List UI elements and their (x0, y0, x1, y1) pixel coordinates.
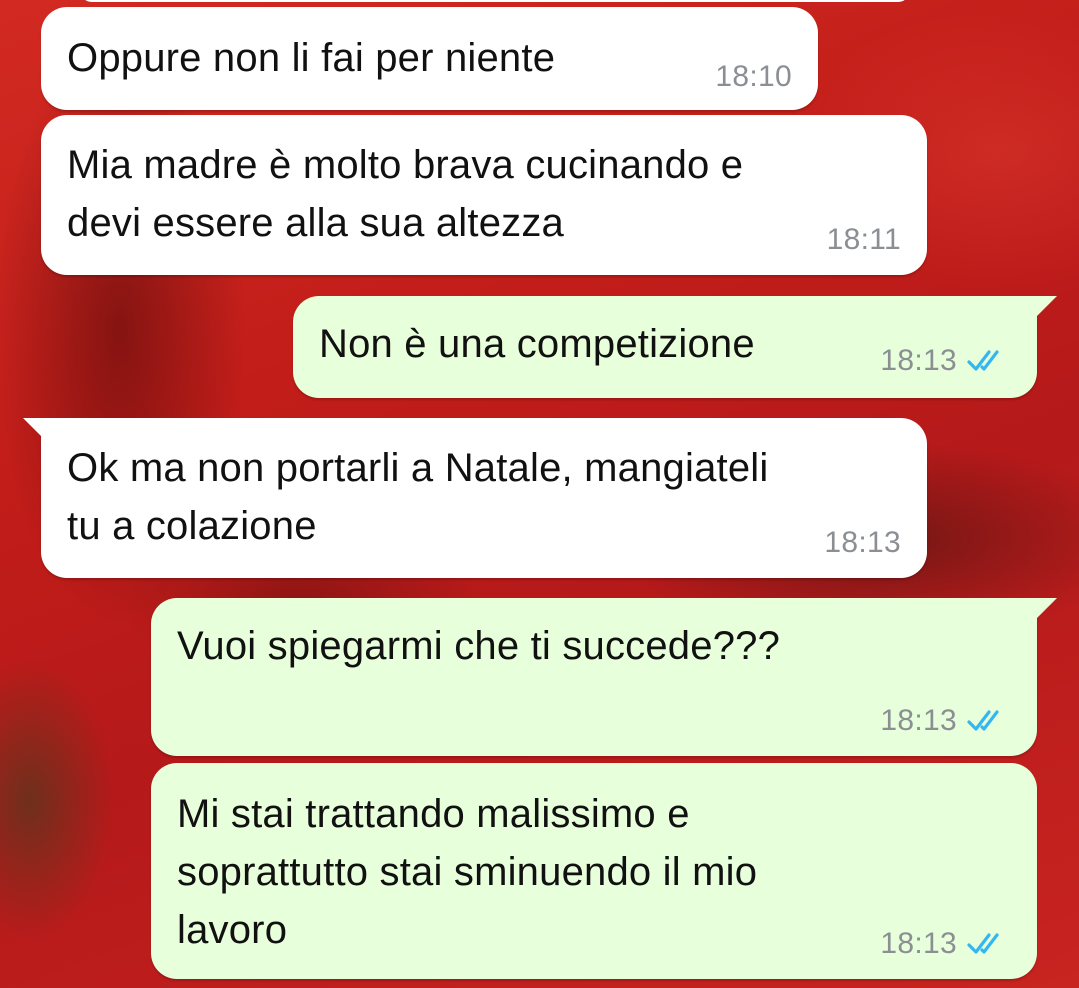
message-meta: 18:13 (824, 526, 901, 560)
message-text: Oppure non li fai per niente (67, 36, 556, 80)
message-text: Mia madre è molto brava cucinando e devi… (67, 143, 744, 245)
message-time: 18:13 (824, 526, 901, 559)
message-meta: 18:13 (880, 927, 1011, 961)
message-text: Ok ma non portarli a Natale, mangiateli … (67, 446, 769, 548)
message-bubble-incoming[interactable]: Oppure non li fai per niente 18:10 (41, 7, 818, 110)
message-bubble-outgoing[interactable]: Non è una competizione 18:13 (293, 296, 1057, 398)
double-check-icon (967, 350, 999, 371)
double-check-icon (967, 933, 999, 954)
message-time: 18:13 (880, 927, 957, 960)
previous-message-edge (80, 0, 910, 2)
message-bubble-outgoing[interactable]: Vuoi spiegarmi che ti succede??? 18:13 (151, 598, 1057, 756)
bubble-tail (1035, 296, 1057, 318)
message-meta: 18:10 (715, 60, 792, 94)
double-check-icon (967, 710, 999, 731)
bubble-tail (23, 418, 45, 440)
message-meta: 18:13 (880, 344, 1011, 378)
message-text: Vuoi spiegarmi che ti succede??? (177, 624, 781, 668)
message-text: Non è una competizione (319, 322, 755, 366)
message-time: 18:13 (880, 344, 957, 377)
message-bubble-outgoing[interactable]: Mi stai trattando malissimo e soprattutt… (151, 763, 1037, 979)
message-time: 18:10 (715, 60, 792, 93)
message-time: 18:13 (880, 704, 957, 737)
message-time: 18:11 (826, 223, 901, 256)
message-text: Mi stai trattando malissimo e soprattutt… (177, 792, 758, 952)
message-meta: 18:11 (827, 223, 901, 257)
bubble-tail (1035, 598, 1057, 620)
message-meta: 18:13 (880, 704, 1011, 738)
message-bubble-incoming[interactable]: Mia madre è molto brava cucinando e devi… (41, 115, 927, 275)
message-bubble-incoming[interactable]: Ok ma non portarli a Natale, mangiateli … (23, 418, 927, 578)
